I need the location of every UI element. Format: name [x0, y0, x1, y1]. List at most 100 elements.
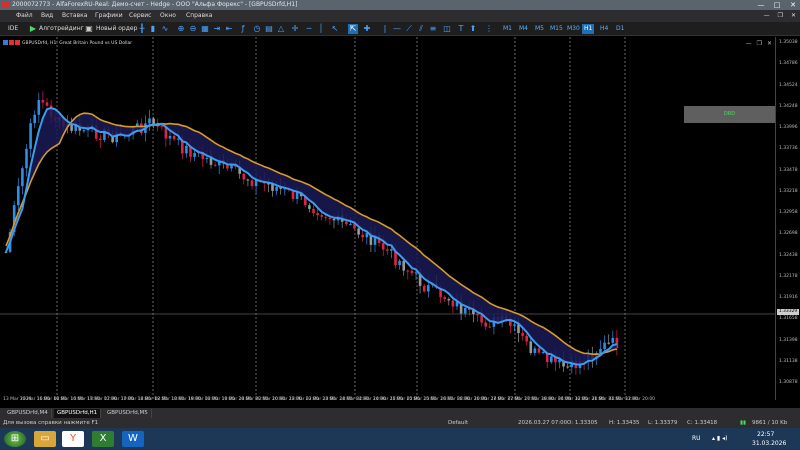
price-tick-label: 1.34248: [779, 103, 798, 109]
more-tools-icon[interactable]: ⋮: [484, 24, 494, 34]
menu-window[interactable]: Окно: [160, 10, 176, 22]
chart-canvas[interactable]: [0, 37, 775, 400]
text-icon[interactable]: T: [456, 24, 466, 34]
timeframe-m1[interactable]: M1: [501, 24, 514, 34]
window-titlebar[interactable]: 2000072773 - AlfaForexRU-Real: Демо-счет…: [0, 0, 800, 10]
price-tick-label: 1.33478: [779, 167, 798, 173]
channel-icon[interactable]: ⫽: [416, 24, 426, 34]
candle-body: [37, 100, 41, 115]
tab-gbpusd-m4[interactable]: GBPUSDrfd,M4: [4, 409, 52, 418]
word-icon[interactable]: W: [122, 431, 144, 447]
fibo-icon[interactable]: ≡: [428, 24, 438, 34]
chart-symbol-info: GBPUSDrfd, H1: Great Britain Pound vs US…: [22, 41, 133, 46]
candle-body: [345, 221, 348, 225]
candle-body: [193, 152, 196, 157]
tray-icons[interactable]: ▴ ▮ ◂): [712, 428, 727, 450]
language-indicator[interactable]: RU: [692, 428, 701, 450]
chart-close-icon[interactable]: ✕: [767, 40, 772, 47]
crosshair2-icon[interactable]: ✚: [362, 24, 372, 34]
minimize-button[interactable]: —: [756, 0, 766, 10]
start-icon[interactable]: ⊞: [4, 431, 26, 447]
select-icon[interactable]: ⇱: [348, 24, 358, 34]
status-datetime: 2026.03.27 07:00: [518, 420, 568, 426]
timeframe-h1[interactable]: H1: [582, 24, 595, 34]
trendline-icon[interactable]: ⟋: [404, 24, 414, 34]
tab-gbpusd-h1[interactable]: GBPUSDrfd,H1: [54, 409, 102, 418]
tray-date: 31.03.2026: [752, 440, 787, 447]
dr-panel[interactable]: DRD: [684, 106, 775, 123]
menu-tools[interactable]: Сервис: [129, 10, 151, 22]
price-axis[interactable]: 1.33329 1.35038 1.34786 1.34524 1.34248 1.33…: [775, 37, 800, 400]
excel-icon[interactable]: X: [92, 431, 114, 447]
zoom-out-icon[interactable]: ⊖: [188, 24, 198, 34]
timeframe-d1[interactable]: D1: [614, 24, 626, 34]
arrows-icon[interactable]: ⬆: [468, 24, 478, 34]
menu-charts[interactable]: Графики: [95, 10, 123, 22]
templates-icon[interactable]: ▤: [264, 24, 274, 34]
menu-insert[interactable]: Вставка: [62, 10, 87, 22]
menu-file[interactable]: Файл: [16, 10, 33, 22]
mdi-restore-icon[interactable]: ❐: [778, 10, 783, 22]
chart-restore-icon[interactable]: ❐: [757, 40, 762, 47]
chart-shift-icon[interactable]: ⇤: [224, 24, 234, 34]
chart-red-icon[interactable]: [9, 40, 14, 45]
timeframe-m30[interactable]: M30: [565, 24, 582, 34]
candle-body: [41, 100, 45, 103]
vline-icon[interactable]: │: [316, 24, 326, 34]
status-bar: Для вызова справки нажмите F1 Default 20…: [0, 418, 800, 428]
vertical-line-icon[interactable]: |: [380, 24, 390, 34]
status-help: Для вызова справки нажмите F1: [3, 420, 99, 426]
tile-windows-icon[interactable]: ▦: [200, 24, 210, 34]
yandex-browser-icon[interactable]: Y: [62, 431, 84, 447]
cursor-icon[interactable]: ↖: [330, 24, 340, 34]
crosshair-icon[interactable]: ✛: [290, 24, 300, 34]
candle-body: [537, 348, 541, 353]
candle-body: [533, 348, 537, 353]
line-chart-icon[interactable]: ∿: [160, 24, 170, 34]
periods-icon[interactable]: ◷: [252, 24, 262, 34]
dr-label: DRD: [723, 111, 736, 117]
chart-blue-icon[interactable]: [3, 40, 8, 45]
tab-gbpusd-m5[interactable]: GBPUSDrfd,M5: [104, 409, 152, 418]
objects-icon[interactable]: △: [276, 24, 286, 34]
candle-body: [599, 349, 602, 354]
timeframe-m4[interactable]: M4: [517, 24, 530, 34]
maximize-button[interactable]: □: [772, 0, 782, 10]
new-order-button[interactable]: Новый ордер: [96, 24, 137, 34]
price-tick-label: 1.32698: [779, 231, 798, 237]
timeframe-h4[interactable]: H4: [598, 24, 610, 34]
price-chart[interactable]: [0, 37, 775, 400]
shapes-icon[interactable]: ◫: [442, 24, 452, 34]
candle-body: [529, 341, 533, 353]
chart-minimize-icon[interactable]: —: [746, 40, 752, 47]
mdi-minimize-icon[interactable]: —: [764, 10, 770, 22]
algo-trading-button[interactable]: Алготрейдинг: [39, 24, 84, 34]
menu-view[interactable]: Вид: [41, 10, 53, 22]
candle-body: [381, 243, 385, 250]
close-button[interactable]: ✕: [788, 0, 798, 10]
autoscroll-icon[interactable]: ⇥: [212, 24, 222, 34]
bar-chart-icon[interactable]: ╫: [137, 24, 147, 34]
timeframe-m5[interactable]: M5: [533, 24, 546, 34]
new-order-icon[interactable]: ▣: [84, 24, 94, 34]
status-high: H: 1.33435: [609, 420, 640, 426]
explorer-icon[interactable]: ▭: [34, 431, 56, 447]
candle-body: [148, 118, 151, 124]
time-axis[interactable]: 13 Mar 2026 13 Mar 16:00 16 Mar 02:00 16 Ma…: [0, 396, 775, 406]
indicators-icon[interactable]: ƒ: [238, 24, 248, 34]
zoom-in-icon[interactable]: ⊕: [176, 24, 186, 34]
hline-icon[interactable]: ─: [304, 24, 314, 34]
candle-body: [17, 186, 20, 206]
candle-body: [410, 270, 414, 274]
menu-help[interactable]: Справка: [186, 10, 212, 22]
algo-trading-icon[interactable]: ▶: [28, 24, 38, 34]
menu-bar: Файл Вид Вставка Графики Сервис Окно Спр…: [0, 10, 800, 22]
candle-chart-icon[interactable]: ▮: [148, 24, 158, 34]
candle-body: [447, 299, 451, 301]
chart-red2-icon[interactable]: [15, 40, 20, 45]
mdi-close-icon[interactable]: ✕: [791, 10, 796, 22]
horizontal-line-icon[interactable]: —: [392, 24, 402, 34]
price-tick-label: 1.30878: [779, 380, 798, 385]
ide-button[interactable]: IDE: [8, 24, 18, 34]
timeframe-m15[interactable]: M15: [548, 24, 565, 34]
